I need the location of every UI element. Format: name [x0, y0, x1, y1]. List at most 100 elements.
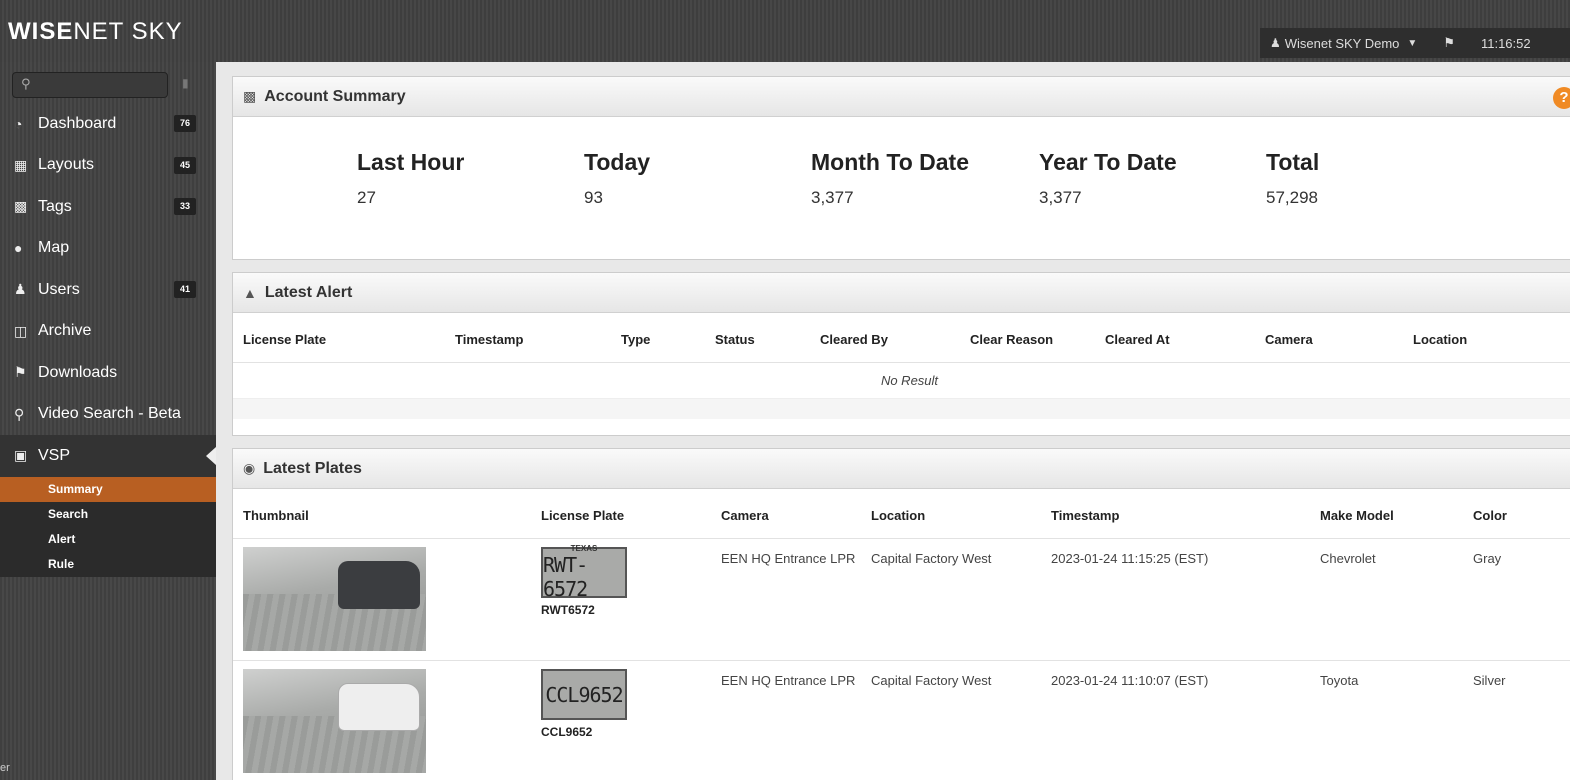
help-icon[interactable]: ? [1553, 87, 1570, 109]
layouts-icon: ▦ [14, 156, 28, 173]
location-cell: Capital Factory West [871, 551, 992, 566]
license-plate-text: RWT6572 [541, 603, 595, 617]
timestamp-cell: 2023-01-24 11:10:07 (EST) [1051, 673, 1209, 688]
stat-today: Today 93 [584, 149, 650, 208]
make-model-cell: Toyota [1320, 673, 1359, 688]
plate-image-text: RWT-6572 [543, 553, 588, 601]
sidebar-item-label: Tags [38, 197, 72, 215]
panel-title: Latest Plates [263, 459, 362, 477]
count-badge: 45 [174, 156, 196, 174]
sidebar-nav: ◔ Dashboard 76 ▦ Layouts 45 ▩ Tags 33 ● … [0, 103, 216, 577]
main-content: ▩ Account Summary ? Last Hour 27 Today 9… [216, 62, 1570, 780]
sidebar: ⚲ ▮ ◔ Dashboard 76 ▦ Layouts 45 ▩ Tags 3… [0, 62, 216, 780]
sidebar-item-label: VSP [38, 446, 71, 464]
column-header[interactable]: Cleared At [1105, 332, 1170, 347]
stat-label: Last Hour [357, 149, 465, 175]
flag-icon[interactable]: ⚑ [1443, 35, 1455, 51]
sidebar-item-video-search[interactable]: ⚲ Video Search - Beta [0, 394, 216, 436]
column-header[interactable]: Cleared By [820, 332, 888, 347]
sidebar-item-map[interactable]: ● Map [0, 228, 216, 270]
sidebar-item-layouts[interactable]: ▦ Layouts 45 [0, 145, 216, 187]
column-header[interactable]: Color [1473, 508, 1507, 523]
dashboard-icon: ◔ [14, 115, 23, 132]
column-header[interactable]: Camera [721, 508, 769, 523]
table-row[interactable]: TEXAS RWT-6572 RWT6572 EEN HQ Entrance L… [233, 539, 1570, 661]
camera-cell: EEN HQ Entrance LPR [721, 551, 856, 566]
sidebar-item-label: Downloads [38, 363, 118, 381]
subnav-item-search[interactable]: Search [0, 502, 216, 527]
camera-icon: ◉ [243, 460, 256, 476]
sidebar-item-users[interactable]: ♟ Users 41 [0, 269, 216, 311]
stat-label: Today [584, 149, 651, 175]
sidebar-item-label: Layouts [38, 156, 95, 174]
column-header[interactable]: License Plate [243, 332, 326, 347]
subnav-item-rule[interactable]: Rule [0, 552, 216, 577]
sidebar-item-vsp[interactable]: ▣ VSP [0, 435, 216, 477]
car-icon: ▣ [14, 447, 28, 464]
search-icon: ⚲ [21, 76, 31, 91]
stat-value: 93 [584, 188, 603, 207]
column-header[interactable]: Location [1413, 332, 1467, 347]
user-menu-bar: ♟ Wisenet SKY Demo ▼ ⚑ 11:16:52 [1260, 28, 1570, 58]
stat-total: Total 57,298 [1266, 149, 1319, 208]
column-header[interactable]: Timestamp [455, 332, 523, 347]
column-header[interactable]: Status [715, 332, 755, 347]
latest-plates-panel: ◉ Latest Plates Thumbnail License Plate … [232, 448, 1570, 780]
flag-icon: ⚑ [14, 364, 27, 381]
stat-year-to-date: Year To Date 3,377 [1039, 149, 1177, 208]
stat-label: Month To Date [811, 149, 969, 175]
sidebar-item-label: Archive [38, 322, 92, 340]
sidebar-item-label: Map [38, 239, 70, 257]
table-footer [233, 399, 1570, 419]
panel-title: Account Summary [264, 87, 406, 105]
subnav-item-alert[interactable]: Alert [0, 527, 216, 552]
wisenet-sky-logo[interactable]: WISENET SKY [8, 18, 183, 46]
clock-display: 11:16:52 [1480, 35, 1531, 51]
folder-icon: ◫ [14, 322, 28, 339]
plate-state-text: TEXAS [570, 544, 598, 553]
stat-month-to-date: Month To Date 3,377 [811, 149, 969, 208]
summary-stats: Last Hour 27 Today 93 Month To Date 3,37… [233, 117, 1570, 259]
vehicle-shape [338, 561, 420, 609]
camera-cell: EEN HQ Entrance LPR [721, 673, 856, 688]
column-header[interactable]: Thumbnail [243, 508, 309, 523]
column-header[interactable]: Make Model [1320, 508, 1394, 523]
logo-rest-text: NET SKY [73, 18, 183, 45]
subnav-item-summary[interactable]: Summary [0, 476, 216, 502]
license-plate-image[interactable]: CCL9652 [541, 669, 627, 720]
vehicle-shape [338, 683, 420, 731]
account-summary-panel: ▩ Account Summary ? Last Hour 27 Today 9… [232, 76, 1570, 260]
panel-header: ▩ Account Summary ? [233, 77, 1570, 117]
sidebar-item-tags[interactable]: ▩ Tags 33 [0, 186, 216, 228]
license-plate-image[interactable]: TEXAS RWT-6572 [541, 544, 627, 601]
search-icon: ⚲ [14, 405, 25, 422]
stat-label: Total [1266, 149, 1320, 175]
column-header[interactable]: Clear Reason [970, 332, 1053, 347]
count-badge: 33 [174, 198, 196, 215]
sidebar-item-archive[interactable]: ◫ Archive [0, 311, 216, 353]
panel-header: ▲ Latest Alert [233, 273, 1570, 313]
table-row[interactable]: CCL9652 CCL9652 EEN HQ Entrance LPR Capi… [233, 661, 1570, 780]
column-header[interactable]: Camera [1265, 332, 1313, 347]
stat-last-hour: Last Hour 27 [357, 149, 464, 208]
stat-value: 27 [357, 188, 376, 207]
user-icon: ♟ [1270, 36, 1281, 50]
column-header[interactable]: Location [871, 508, 925, 523]
column-header[interactable]: Type [621, 332, 650, 347]
sidebar-item-downloads[interactable]: ⚑ Downloads [0, 352, 216, 394]
plate-image-text: CCL9652 [545, 682, 623, 707]
logo-bold-text: WISE [8, 18, 74, 45]
column-header[interactable]: License Plate [541, 508, 624, 523]
chevron-down-icon[interactable]: ▼ [1407, 38, 1417, 49]
sidebar-item-label: Video Search - Beta [38, 405, 181, 423]
column-header[interactable]: Timestamp [1051, 508, 1119, 523]
sidebar-item-label: Dashboard [38, 114, 117, 132]
user-name-dropdown[interactable]: Wisenet SKY Demo [1285, 36, 1400, 51]
vehicle-thumbnail[interactable] [243, 669, 426, 773]
count-badge: 76 [174, 115, 196, 132]
sidebar-item-dashboard[interactable]: ◔ Dashboard 76 [0, 103, 216, 145]
bookmark-icon[interactable]: ▮ [182, 76, 194, 90]
panel-header: ◉ Latest Plates [233, 449, 1570, 489]
vehicle-thumbnail[interactable] [243, 547, 426, 651]
sidebar-search-input[interactable]: ⚲ [12, 72, 168, 98]
